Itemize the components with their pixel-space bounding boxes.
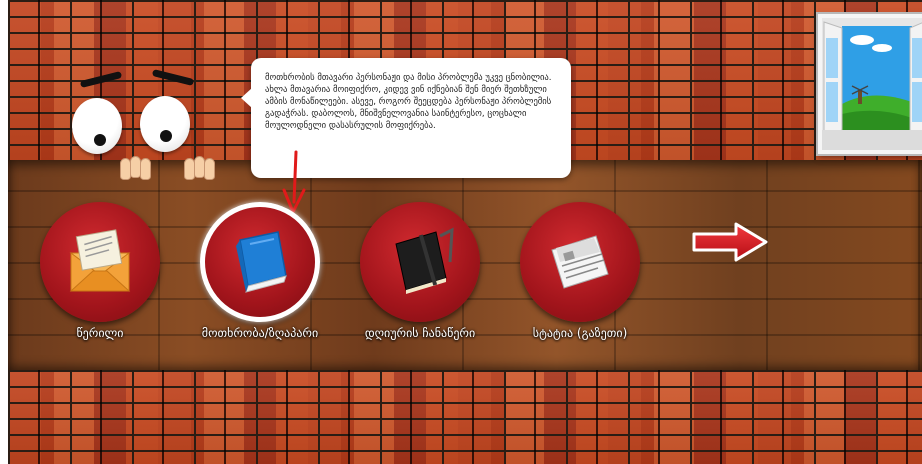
option-article-circle[interactable]	[520, 202, 640, 322]
landscape-icon	[822, 18, 922, 150]
option-story-label[interactable]: მოთხრობა/ზღაპარი	[200, 326, 320, 340]
option-article[interactable]: სტატია (გაზეთი)	[520, 202, 640, 340]
option-diary-circle[interactable]	[360, 202, 480, 322]
option-diary-label[interactable]: დღიურის ჩანაწერი	[360, 326, 480, 340]
option-article-label[interactable]: სტატია (გაზეთი)	[520, 326, 640, 340]
left-eye	[72, 98, 122, 154]
brick-wall-bottom	[8, 370, 922, 464]
newspaper-icon	[551, 235, 609, 289]
left-pupil	[94, 134, 106, 146]
speech-bubble-text: მოთხრობის მთავარი პერსონაჟი და მისი პრობ…	[265, 73, 552, 131]
activity-stage: მოთხრობის მთავარი პერსონაჟი და მისი პრობ…	[0, 0, 922, 464]
window-icon	[818, 14, 922, 154]
finger	[204, 158, 215, 180]
option-letter[interactable]: წერილი	[40, 202, 160, 340]
option-diary[interactable]: დღიურის ჩანაწერი	[360, 202, 480, 340]
envelope-letter-icon	[69, 229, 131, 292]
option-story[interactable]: მოთხრობა/ზღაპარი	[200, 202, 320, 340]
right-eye	[140, 96, 190, 152]
option-letter-circle[interactable]	[40, 202, 160, 322]
right-arrow-icon[interactable]	[690, 220, 770, 264]
option-story-circle[interactable]	[200, 202, 320, 322]
right-pupil	[160, 130, 172, 142]
blue-book-icon	[236, 231, 287, 293]
finger	[140, 158, 151, 180]
option-letter-label[interactable]: წერილი	[40, 326, 160, 340]
black-notebook-icon	[395, 227, 454, 294]
